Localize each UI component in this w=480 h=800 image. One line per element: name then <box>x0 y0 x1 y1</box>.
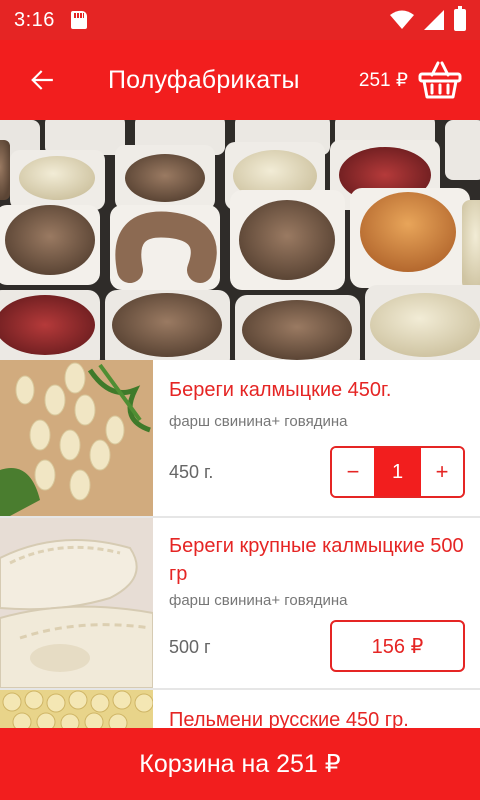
app-bar: Полуфабрикаты 251 ₽ <box>0 40 480 120</box>
product-item[interactable]: Береги калмыцкие 450г. фарш свинина+ гов… <box>0 360 480 518</box>
product-description: фарш свинина+ говядина <box>169 413 348 430</box>
status-bar: 3:16 <box>0 0 480 40</box>
product-weight: 450 г. <box>169 462 214 482</box>
product-name: Береги калмыцкие 450г. <box>169 379 392 401</box>
back-button[interactable] <box>0 40 84 120</box>
basket-icon <box>418 61 462 99</box>
product-image <box>0 518 153 688</box>
status-time: 3:16 <box>14 8 55 31</box>
quantity-value: 1 <box>374 448 421 496</box>
increase-quantity-button[interactable]: + <box>421 448 463 496</box>
product-name: Береги крупные калмыцкие 500 гр <box>169 535 464 585</box>
page-title: Полуфабрикаты <box>108 65 300 94</box>
battery-icon <box>454 6 466 31</box>
product-description: фарш свинина+ говядина <box>169 592 348 609</box>
decrease-quantity-button[interactable]: − <box>332 448 374 496</box>
status-icons <box>390 6 466 31</box>
arrow-back-icon <box>31 70 53 90</box>
cart-total[interactable]: 251 ₽ <box>359 69 408 92</box>
quantity-stepper: − 1 + <box>330 446 465 498</box>
add-to-cart-price-button[interactable]: 156 ₽ <box>330 620 465 672</box>
cart-bar-button[interactable]: Корзина на 251 ₽ <box>0 728 480 800</box>
wifi-icon <box>390 10 414 29</box>
product-image <box>0 360 153 516</box>
product-item[interactable]: Пельмени русские 450 гр. <box>0 690 480 731</box>
product-weight: 500 г <box>169 637 211 657</box>
signal-icon <box>424 10 444 30</box>
frozen-products-photo <box>0 120 480 360</box>
cart-button[interactable] <box>416 56 464 104</box>
category-hero-image <box>0 120 480 360</box>
product-image <box>0 690 153 730</box>
sd-card-icon <box>70 11 87 29</box>
product-item[interactable]: Береги крупные калмыцкие 500 гр фарш сви… <box>0 518 480 690</box>
